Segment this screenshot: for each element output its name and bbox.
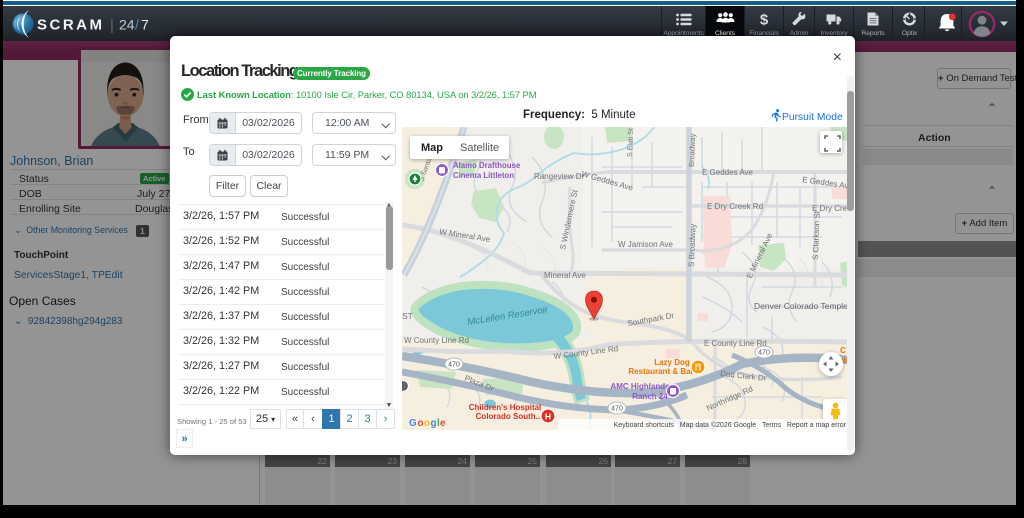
svg-text:S Elati St: S Elati St bbox=[627, 128, 635, 157]
svg-text:Ranch 24: Ranch 24 bbox=[632, 392, 668, 401]
svg-text:e: e bbox=[440, 418, 446, 429]
svg-text:Lazy Dog: Lazy Dog bbox=[654, 358, 690, 367]
svg-text:Denver Colorado Temple: Denver Colorado Temple bbox=[754, 301, 848, 311]
svg-text:C: C bbox=[840, 345, 846, 355]
svg-text:E Geddes Ave: E Geddes Ave bbox=[702, 168, 754, 177]
svg-text:470: 470 bbox=[448, 362, 460, 369]
svg-text:Mineral Ave: Mineral Ave bbox=[544, 271, 586, 280]
svg-text:/: / bbox=[135, 17, 139, 33]
svg-text:E Dry Creek Rd: E Dry Creek Rd bbox=[707, 202, 763, 211]
svg-text:Restaurant & Bar: Restaurant & Bar bbox=[628, 367, 693, 376]
svg-text:Cinema Littleton: Cinema Littleton bbox=[453, 171, 514, 180]
svg-text:S Broadway: S Broadway bbox=[687, 224, 698, 267]
svg-text:W Jamison Ave: W Jamison Ave bbox=[618, 240, 674, 249]
svg-text:7: 7 bbox=[141, 17, 149, 33]
svg-text:Satellite: Satellite bbox=[460, 142, 499, 154]
svg-text:$: $ bbox=[760, 12, 769, 27]
svg-text:470: 470 bbox=[611, 406, 623, 413]
svg-text:Map: Map bbox=[421, 142, 443, 154]
svg-text:S Clarkson St: S Clarkson St bbox=[811, 210, 822, 260]
svg-text:SCRAM: SCRAM bbox=[37, 17, 105, 34]
svg-text:Children's Hospital: Children's Hospital bbox=[469, 403, 542, 412]
svg-text:G: G bbox=[409, 418, 417, 429]
svg-text:Rangeview Dr: Rangeview Dr bbox=[534, 172, 585, 181]
svg-text:24: 24 bbox=[119, 17, 135, 33]
svg-text:o: o bbox=[418, 418, 424, 429]
svg-text:Colorado South...: Colorado South... bbox=[476, 412, 543, 421]
svg-text:W County Line Rd: W County Line Rd bbox=[404, 336, 469, 345]
svg-text:g: g bbox=[431, 418, 437, 429]
svg-text:Alamo Drafthouse: Alamo Drafthouse bbox=[453, 161, 521, 170]
svg-text:AMC Highlands: AMC Highlands bbox=[610, 382, 670, 391]
svg-text:ST: ST bbox=[402, 311, 413, 321]
svg-text:470: 470 bbox=[758, 350, 770, 357]
svg-text:H: H bbox=[545, 412, 551, 422]
svg-text:Broadway: Broadway bbox=[687, 133, 697, 167]
svg-text:E County Line Rd: E County Line Rd bbox=[704, 339, 767, 348]
svg-text:o: o bbox=[424, 418, 430, 429]
svg-text:|: | bbox=[110, 17, 114, 34]
svg-text:Keyboard shortcuts Map data: Keyboard shortcuts Map data ©2026 Google… bbox=[614, 421, 847, 429]
